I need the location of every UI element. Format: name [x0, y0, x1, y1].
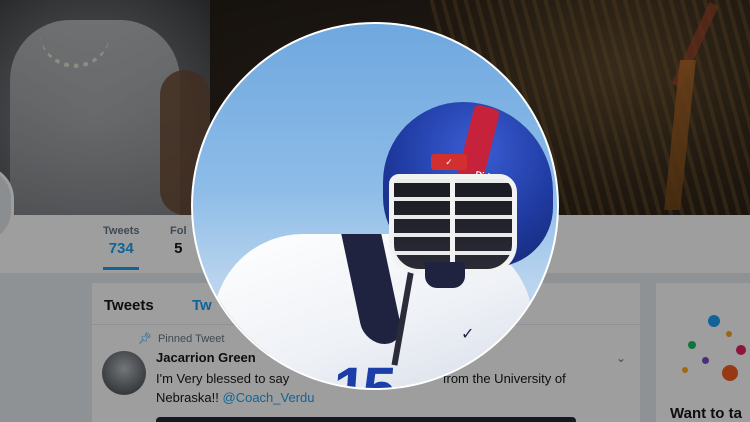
tweet-text-line2: Nebraska!!	[156, 390, 219, 405]
enlarged-profile-photo: 15 ✓ ✓ Riddell	[191, 22, 559, 390]
tweet-mention[interactable]: @Coach_Verdu	[223, 390, 315, 405]
jersey-number: 15	[330, 355, 395, 390]
tweet-media[interactable]	[156, 417, 576, 422]
twitter-profile-page: Tweets 734 Fol 5 Tweets Tw 📌︎Pinned Twee…	[0, 0, 750, 422]
banner-person	[0, 0, 210, 215]
facemask-bar	[450, 179, 455, 274]
helmet-chin	[425, 262, 465, 288]
tweet-avatar[interactable]	[102, 351, 146, 395]
following-stat[interactable]: Fol 5	[170, 225, 187, 257]
pin-icon: 📌︎	[138, 333, 152, 345]
sidebar-card: Want to ta	[656, 283, 750, 422]
tab-tweets[interactable]: Tweets	[104, 297, 154, 314]
chevron-down-icon[interactable]: ⌄	[616, 351, 626, 365]
swoosh-icon: ✓	[461, 326, 475, 343]
tweets-stat[interactable]: Tweets 734	[103, 225, 140, 270]
following-stat-label: Fol	[170, 225, 187, 237]
tweets-stat-count: 734	[108, 240, 134, 257]
helmet-facemask	[389, 174, 517, 274]
helmet-logo: ✓	[431, 154, 467, 170]
sidebar-heading: Want to ta	[670, 405, 742, 422]
tweets-stat-label: Tweets	[103, 225, 140, 237]
following-stat-count: 5	[174, 240, 183, 257]
sidebar-illustration	[666, 301, 750, 391]
